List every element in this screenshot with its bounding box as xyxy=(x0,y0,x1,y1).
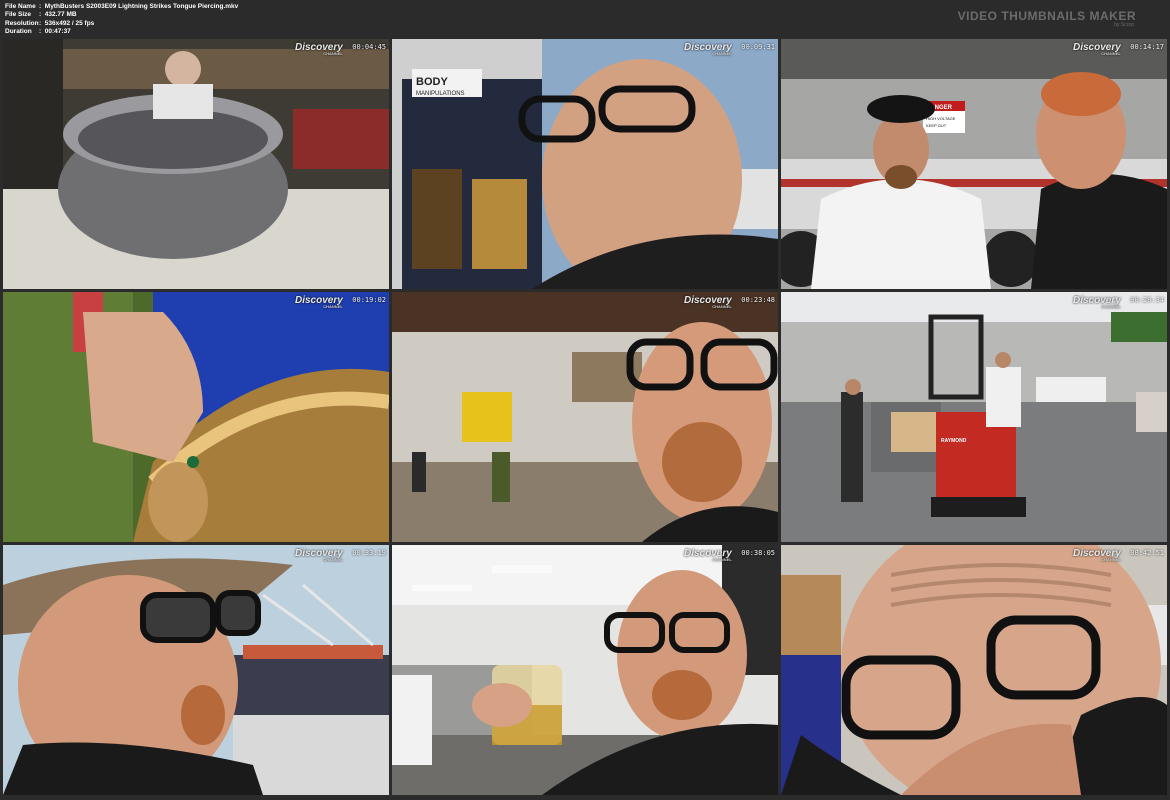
file-name-label: File Name xyxy=(5,3,36,10)
body-sign-2: MANIPULATIONS xyxy=(416,91,465,97)
brand-subtitle: by Scorp xyxy=(1114,22,1134,28)
thumbnail-2[interactable]: BODY MANIPULATIONS Discovery CHANNEL 00:0… xyxy=(392,39,778,289)
resolution: 536x492 / 25 fps xyxy=(44,19,95,27)
file-info: File Name: MythBusters S2003E09 Lightnin… xyxy=(5,3,239,35)
thumbnail-5[interactable]: Discovery CHANNEL 00:23:48 xyxy=(392,292,778,542)
file-size-label: File Size xyxy=(5,11,32,19)
discovery-logo: Discovery CHANNEL xyxy=(1073,295,1121,309)
discovery-logo: Discovery CHANNEL xyxy=(1073,42,1121,56)
body-sign: BODY xyxy=(416,76,448,88)
thumbnail-6-image: RAYMOND xyxy=(781,292,1167,542)
thumbnail-8[interactable]: Discovery CHANNEL 00:38:05 xyxy=(392,545,778,795)
brand-title: VIDEO THUMBNAILS MAKER xyxy=(957,9,1136,23)
timestamp: 00:38:05 xyxy=(741,549,775,557)
timestamp: 00:09:31 xyxy=(741,43,775,51)
thumbnail-7-image xyxy=(3,545,389,795)
thumbnail-grid: Discovery CHANNEL 00:04:45 BODY MANIPULAT… xyxy=(3,39,1167,797)
thumbnail-8-image xyxy=(392,545,778,795)
discovery-logo: Discovery CHANNEL xyxy=(684,295,732,309)
timestamp: 00:33:19 xyxy=(352,549,386,557)
timestamp: 00:42:51 xyxy=(1130,549,1164,557)
discovery-logo: Discovery CHANNEL xyxy=(295,548,343,562)
discovery-logo: Discovery CHANNEL xyxy=(684,548,732,562)
forklift-brand: RAYMOND xyxy=(941,438,967,444)
timestamp: 00:04:45 xyxy=(352,43,386,51)
discovery-logo: Discovery CHANNEL xyxy=(1073,548,1121,562)
header-bar: File Name: MythBusters S2003E09 Lightnin… xyxy=(0,0,1170,38)
discovery-logo: Discovery CHANNEL xyxy=(295,295,343,309)
duration: 00:47:37 xyxy=(44,27,71,35)
danger-sub2: KEEP OUT xyxy=(926,123,947,128)
thumbnail-5-image xyxy=(392,292,778,542)
resolution-label: Resolution xyxy=(5,19,39,27)
duration-label: Duration xyxy=(5,27,32,35)
thumbnail-4[interactable]: Discovery CHANNEL 00:19:02 xyxy=(3,292,389,542)
thumbnail-1[interactable]: Discovery CHANNEL 00:04:45 xyxy=(3,39,389,289)
timestamp: 00:19:02 xyxy=(352,296,386,304)
thumbnail-7[interactable]: Discovery CHANNEL 00:33:19 xyxy=(3,545,389,795)
timestamp: 00:23:48 xyxy=(741,296,775,304)
discovery-logo: Discovery CHANNEL xyxy=(684,42,732,56)
thumbnail-2-image: BODY MANIPULATIONS xyxy=(392,39,778,289)
timestamp: 00:28:34 xyxy=(1130,296,1164,304)
thumbnail-4-image xyxy=(3,292,389,542)
timestamp: 00:14:17 xyxy=(1130,43,1164,51)
thumbnail-9-image xyxy=(781,545,1167,795)
thumbnail-1-image xyxy=(3,39,389,289)
thumbnail-9[interactable]: Discovery CHANNEL 00:42:51 xyxy=(781,545,1167,795)
discovery-logo: Discovery CHANNEL xyxy=(295,42,343,56)
file-size: 432.77 MB xyxy=(44,11,77,19)
file-name: MythBusters S2003E09 Lightning Strikes T… xyxy=(44,3,239,10)
danger-sub: HIGH VOLTAGE xyxy=(926,116,956,121)
thumbnail-3[interactable]: DANGER HIGH VOLTAGE KEEP OUT Discovery CH… xyxy=(781,39,1167,289)
thumbnail-3-image: DANGER HIGH VOLTAGE KEEP OUT xyxy=(781,39,1167,289)
thumbnail-6[interactable]: RAYMOND Discovery CHANNEL 00:28:34 xyxy=(781,292,1167,542)
